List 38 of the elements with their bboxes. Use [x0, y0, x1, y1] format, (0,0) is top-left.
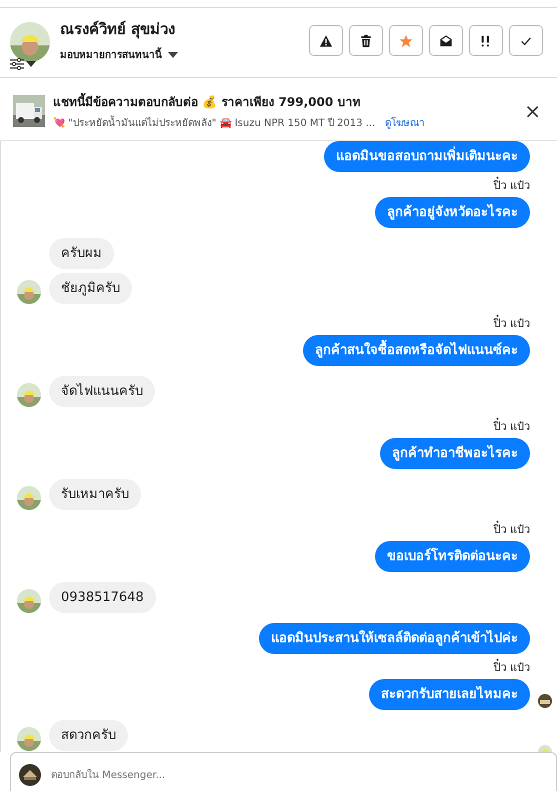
envelope-button[interactable]	[429, 25, 463, 56]
avatar	[10, 22, 50, 62]
view-ad-link[interactable]: ดูโฆษณา	[385, 115, 426, 130]
trash-button[interactable]	[349, 25, 383, 56]
envelope-icon	[439, 34, 453, 48]
sender-name: ปิ๋ว แป๋ว	[17, 417, 530, 435]
ad-subtitle: 💘 "ประหยัดน้ำมันแต่ไม่ประหยัดพลัง" 🚘 Isuzu NPR 150 MT ปี 2013 ...	[53, 115, 376, 130]
filter-icon[interactable]	[10, 58, 24, 70]
received-message: จัดไฟแนนครับ	[49, 376, 155, 407]
warning-button[interactable]	[309, 25, 343, 56]
received-message: 0938517648	[49, 582, 156, 613]
reply-box[interactable]: ตอบกลับใน Messenger...	[10, 752, 557, 791]
sender-name: ปิ๋ว แป๋ว	[17, 658, 530, 676]
received-message: ชัยภูมิครับ	[49, 273, 132, 304]
trash-icon	[359, 34, 373, 48]
star-button[interactable]	[389, 25, 423, 56]
received-message: ครับผม	[49, 238, 114, 269]
sender-name: ปิ๋ว แป๋ว	[17, 314, 530, 332]
sent-message: แอดมินขอสอบถามเพิ่มเติมนะคะ	[324, 141, 530, 172]
banner-title: แชทนี้มีข้อความตอบกลับต่อ 💰 ราคาเพียง 799,000 บาท	[53, 92, 512, 111]
received-message: รับเหมาครับ	[49, 479, 141, 510]
sent-message: ขอเบอร์โทรติดต่อนะคะ	[375, 541, 530, 572]
sent-message: แอดมินประสานให้เซลล์ติดต่อลูกค้าเข้าไปค่ะ	[259, 623, 530, 654]
sender-name: ปิ๋ว แป๋ว	[17, 520, 530, 538]
important-button[interactable]	[469, 25, 503, 56]
received-message: สดวกครับ	[49, 720, 128, 751]
assign-dropdown[interactable]: มอบหมายการสนทนานี้	[60, 47, 162, 62]
sent-message: ลูกค้าทำอาชีพอะไรคะ	[380, 438, 530, 469]
check-button[interactable]	[509, 25, 543, 56]
sent-message: ลูกค้าอยู่จังหวัดอะไรคะ	[375, 197, 530, 228]
close-button[interactable]: ×	[520, 99, 545, 123]
sent-message: สะดวกรับสายเลยไหมคะ	[369, 679, 530, 710]
contact-name: ณรงค์วิทย์ สุขม่วง	[60, 19, 176, 40]
warning-icon	[319, 34, 333, 48]
page-avatar	[19, 764, 41, 786]
caret-icon[interactable]	[168, 52, 178, 58]
sent-message: ลูกค้าสนใจซื้อสดหรือจัดไฟแนนซ์คะ	[303, 335, 530, 366]
sender-name: ปิ๋ว แป๋ว	[17, 176, 530, 194]
